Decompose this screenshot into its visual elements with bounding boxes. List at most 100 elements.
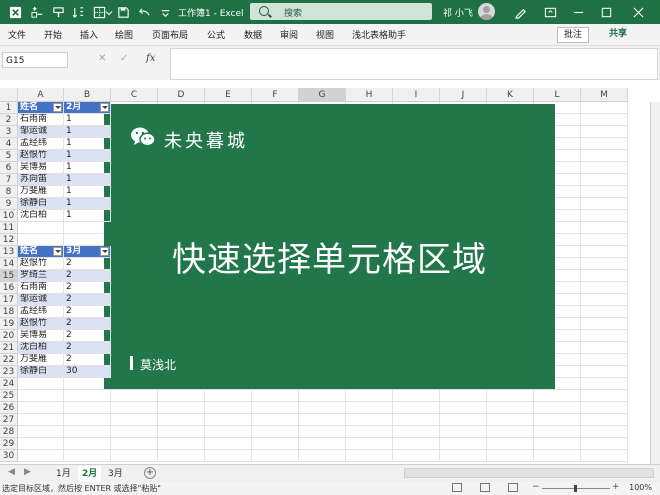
grid-cell[interactable] [487, 402, 534, 414]
grid-cell[interactable] [581, 366, 628, 378]
grid-cell[interactable] [581, 186, 628, 198]
grid-cell[interactable] [346, 390, 393, 402]
row-header[interactable]: 19 [0, 318, 18, 330]
ribbon-display-icon[interactable] [542, 4, 558, 20]
column-header[interactable]: F [252, 88, 299, 102]
undo-icon[interactable] [136, 4, 152, 20]
grid-cell[interactable] [252, 450, 299, 462]
grid-cell[interactable] [252, 414, 299, 426]
row-header[interactable]: 25 [0, 390, 18, 402]
table-cell-name[interactable]: 孟经纬 [18, 306, 64, 318]
row-header[interactable]: 12 [0, 234, 18, 246]
grid-cell[interactable] [158, 402, 205, 414]
tab-insert[interactable]: 插入 [80, 28, 98, 41]
row-header[interactable]: 27 [0, 414, 18, 426]
table-cell-name[interactable]: 吴博易 [18, 162, 64, 174]
grid-cell[interactable] [299, 390, 346, 402]
row-header[interactable]: 5 [0, 150, 18, 162]
table-cell-name[interactable]: 徐静白 [18, 366, 64, 378]
grid-cell[interactable] [18, 378, 64, 390]
row-header[interactable]: 11 [0, 222, 18, 234]
table-header-cell[interactable]: 2月 [64, 102, 111, 114]
row-header[interactable]: 22 [0, 354, 18, 366]
maximize-icon[interactable] [598, 4, 614, 20]
grid-cell[interactable] [393, 438, 440, 450]
table-cell-value[interactable]: 2 [64, 342, 111, 354]
table-cell-name[interactable]: 苏向笛 [18, 174, 64, 186]
table-cell-value[interactable]: 2 [64, 354, 111, 366]
table-cell-name[interactable]: 罗绮兰 [18, 270, 64, 282]
grid-cell[interactable] [534, 426, 581, 438]
row-header[interactable]: 30 [0, 450, 18, 462]
grid-cell[interactable] [299, 426, 346, 438]
grid-cell[interactable] [18, 414, 64, 426]
filter-dropdown-icon[interactable] [100, 103, 109, 112]
table-cell-value[interactable]: 1 [64, 126, 111, 138]
row-header[interactable]: 7 [0, 174, 18, 186]
table-cell-value[interactable]: 2 [64, 330, 111, 342]
grid-cell[interactable] [581, 246, 628, 258]
row-header[interactable]: 23 [0, 366, 18, 378]
grid-cell[interactable] [252, 402, 299, 414]
column-header[interactable]: K [487, 88, 534, 102]
grid-cell[interactable] [158, 426, 205, 438]
confirm-entry-icon[interactable]: ✓ [120, 53, 128, 64]
row-header[interactable]: 28 [0, 426, 18, 438]
sheet-tab-jan[interactable]: 1月 [52, 466, 75, 482]
grid-cell[interactable] [581, 306, 628, 318]
grid-cell[interactable] [487, 450, 534, 462]
table-cell-name[interactable]: 沈白柏 [18, 342, 64, 354]
grid-cell[interactable] [581, 294, 628, 306]
grid-cell[interactable] [440, 402, 487, 414]
grid-cell[interactable] [534, 438, 581, 450]
normal-view-icon[interactable] [452, 483, 462, 492]
grid-cell[interactable] [581, 102, 628, 114]
row-header[interactable]: 24 [0, 378, 18, 390]
grid-cell[interactable] [64, 402, 111, 414]
grid-cell[interactable] [581, 198, 628, 210]
grid-cell[interactable] [346, 402, 393, 414]
chevron-down-icon[interactable] [105, 4, 113, 20]
grid-cell[interactable] [18, 450, 64, 462]
row-header[interactable]: 16 [0, 282, 18, 294]
grid-cell[interactable] [487, 414, 534, 426]
grid-cell[interactable] [158, 438, 205, 450]
tab-formulas[interactable]: 公式 [207, 28, 225, 41]
grid-cell[interactable] [581, 438, 628, 450]
grid-cell[interactable] [487, 438, 534, 450]
row-header[interactable]: 2 [0, 114, 18, 126]
search-box[interactable]: 搜索 [250, 3, 432, 20]
table-cell-name[interactable]: 邹运诚 [18, 294, 64, 306]
table-cell-value[interactable]: 1 [64, 198, 111, 210]
avatar[interactable] [478, 3, 495, 20]
filter-dropdown-icon[interactable] [100, 247, 109, 256]
tab-addin[interactable]: 浅北表格助手 [352, 28, 406, 41]
column-header[interactable]: C [111, 88, 158, 102]
grid-cell[interactable] [205, 414, 252, 426]
grid-cell[interactable] [440, 438, 487, 450]
tab-review[interactable]: 审阅 [280, 28, 298, 41]
zoom-in-icon[interactable]: + [612, 482, 620, 492]
row-header[interactable]: 13 [0, 246, 18, 258]
name-box[interactable]: G15 [2, 52, 68, 68]
grid-cell[interactable] [581, 114, 628, 126]
grid-cell[interactable] [581, 450, 628, 462]
table-cell-value[interactable]: 1 [64, 114, 111, 126]
table-cell-name[interactable]: 赵恨竹 [18, 318, 64, 330]
table-cell-name[interactable]: 万斐雁 [18, 186, 64, 198]
table-cell-value[interactable]: 2 [64, 282, 111, 294]
grid-cell[interactable] [111, 414, 158, 426]
row-header[interactable]: 9 [0, 198, 18, 210]
grid-cell[interactable] [64, 390, 111, 402]
grid-cell[interactable] [346, 414, 393, 426]
page-break-view-icon[interactable] [508, 483, 518, 492]
grid-cell[interactable] [581, 222, 628, 234]
grid-cell[interactable] [111, 426, 158, 438]
table-cell-name[interactable]: 徐静白 [18, 198, 64, 210]
grid-cell[interactable] [581, 330, 628, 342]
grid-cell[interactable] [581, 414, 628, 426]
column-header[interactable]: B [64, 88, 111, 102]
share-button[interactable]: 共享 [605, 27, 631, 41]
table-cell-value[interactable]: 2 [64, 270, 111, 282]
horizontal-scrollbar[interactable] [404, 468, 654, 478]
